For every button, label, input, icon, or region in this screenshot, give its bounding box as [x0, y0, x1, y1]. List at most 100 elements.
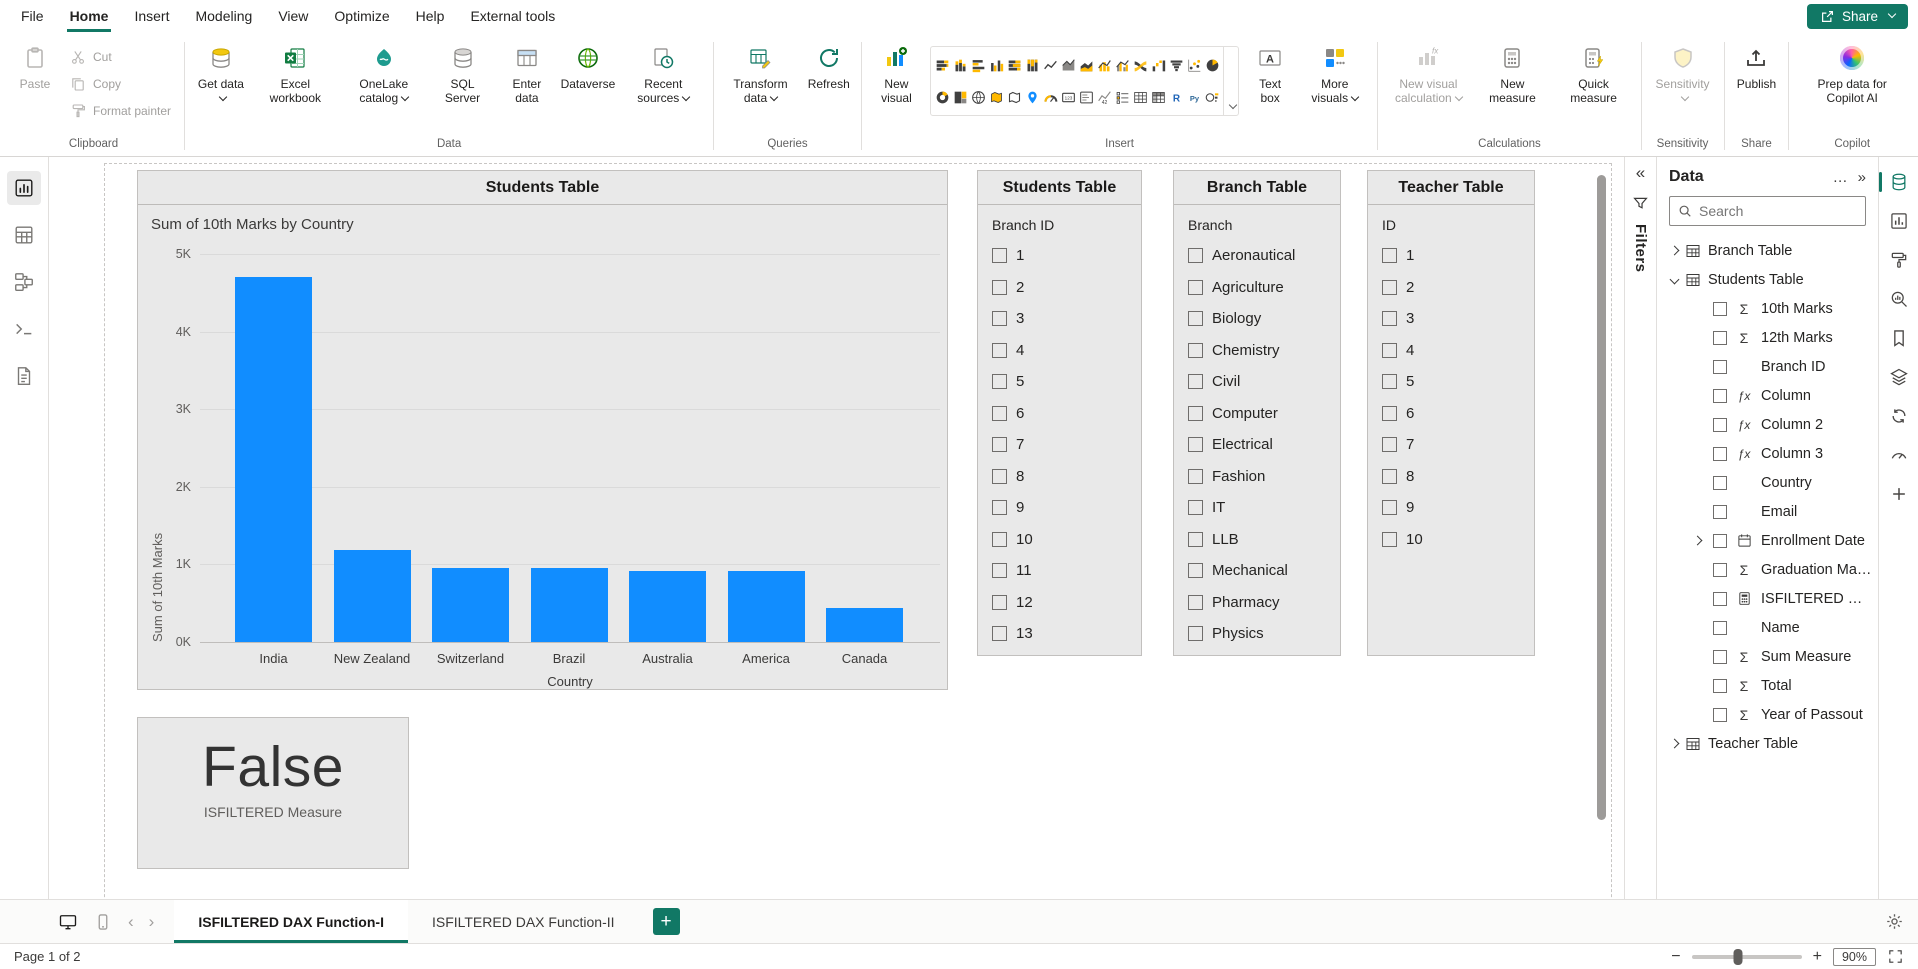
slicer-item-agriculture[interactable]: Agriculture — [1188, 272, 1326, 304]
fit-to-page-icon[interactable] — [1887, 948, 1904, 965]
slicer-item-13[interactable]: 13 — [992, 618, 1127, 650]
waterfall-chart-icon[interactable] — [1149, 56, 1167, 74]
checkbox[interactable] — [992, 563, 1007, 578]
r-script-visual-icon[interactable]: R — [1167, 88, 1185, 106]
bar-new-zealand[interactable] — [334, 550, 411, 642]
checkbox[interactable] — [1188, 437, 1203, 452]
checkbox[interactable] — [1713, 505, 1727, 519]
checkbox[interactable] — [1188, 248, 1203, 263]
checkbox[interactable] — [1188, 626, 1203, 641]
kpi-icon[interactable]: 42 — [1095, 88, 1113, 106]
checkbox[interactable] — [992, 406, 1007, 421]
new-measure-button[interactable]: New measure — [1474, 36, 1550, 135]
bar-australia[interactable] — [629, 571, 706, 642]
data-pane-icon[interactable] — [1884, 167, 1914, 197]
prev-page-arrow[interactable]: ‹ — [128, 912, 134, 932]
clustered-bar-chart-icon[interactable] — [969, 56, 987, 74]
canvas-scrollbar[interactable] — [1597, 175, 1606, 820]
checkbox[interactable] — [1713, 360, 1727, 374]
table-view-button[interactable] — [7, 218, 41, 252]
performance-pane-icon[interactable] — [1884, 440, 1914, 470]
new-page-button[interactable]: + — [653, 908, 680, 935]
shape-map-icon[interactable] — [1005, 88, 1023, 106]
menu-insert[interactable]: Insert — [121, 0, 182, 32]
checkbox[interactable] — [992, 374, 1007, 389]
funnel-chart-icon[interactable] — [1167, 56, 1185, 74]
checkbox[interactable] — [1713, 679, 1727, 693]
refresh-button[interactable]: Refresh — [803, 36, 855, 135]
field-item-isfiltered-mea[interactable]: ISFILTERED Mea... — [1657, 584, 1878, 613]
checkbox[interactable] — [1188, 500, 1203, 515]
checkbox[interactable] — [1713, 621, 1727, 635]
visualizations-pane-icon[interactable] — [1884, 206, 1914, 236]
report-view-button[interactable] — [7, 171, 41, 205]
bar-canada[interactable] — [826, 608, 903, 642]
slicer-item-pharmacy[interactable]: Pharmacy — [1188, 587, 1326, 619]
selection-pane-icon[interactable] — [1884, 362, 1914, 392]
slicer-item-7[interactable]: 7 — [1382, 429, 1520, 461]
model-view-button[interactable] — [7, 265, 41, 299]
menu-help[interactable]: Help — [403, 0, 458, 32]
table-item-teacher-table[interactable]: Teacher Table — [1657, 729, 1878, 758]
publish-button[interactable]: Publish — [1730, 36, 1782, 135]
menu-home[interactable]: Home — [57, 0, 122, 32]
python-visual-icon[interactable]: Py — [1185, 88, 1203, 106]
slicer-item-8[interactable]: 8 — [992, 461, 1127, 493]
checkbox[interactable] — [1713, 447, 1727, 461]
more-options-icon[interactable]: … — [1833, 169, 1848, 186]
stacked-column-chart-icon[interactable] — [951, 56, 969, 74]
checkbox[interactable] — [1188, 374, 1203, 389]
slicer-item-10[interactable]: 10 — [992, 524, 1127, 556]
cut-button[interactable]: Cut — [63, 46, 178, 68]
checkbox[interactable] — [1713, 650, 1727, 664]
pie-chart-icon[interactable] — [1203, 56, 1221, 74]
checkbox[interactable] — [1188, 343, 1203, 358]
checkbox[interactable] — [1382, 406, 1397, 421]
bookmarks-pane-icon[interactable] — [1884, 323, 1914, 353]
donut-chart-icon[interactable] — [933, 88, 951, 106]
new-visual-button[interactable]: New visual — [868, 36, 925, 135]
paste-button[interactable]: Paste — [9, 36, 61, 135]
field-item-12th-marks[interactable]: Σ12th Marks — [1657, 323, 1878, 352]
filled-map-icon[interactable] — [987, 88, 1005, 106]
checkbox[interactable] — [1382, 280, 1397, 295]
slicer-item-civil[interactable]: Civil — [1188, 366, 1326, 398]
slicer-item-mechanical[interactable]: Mechanical — [1188, 555, 1326, 587]
field-item-graduation-mar[interactable]: ΣGraduation Mar... — [1657, 555, 1878, 584]
checkbox[interactable] — [1188, 406, 1203, 421]
card-visual[interactable]: False ISFILTERED Measure — [137, 717, 409, 869]
quick-measure-button[interactable]: Quick measure — [1553, 36, 1635, 135]
slicer-item-computer[interactable]: Computer — [1188, 398, 1326, 430]
slicer-item-9[interactable]: 9 — [992, 492, 1127, 524]
analytics-pane-icon[interactable] — [1884, 284, 1914, 314]
slicer-item-biology[interactable]: Biology — [1188, 303, 1326, 335]
slicer-teacher-table[interactable]: Teacher Table ID 12345678910 — [1367, 170, 1535, 656]
slicer-item-1[interactable]: 1 — [992, 240, 1127, 272]
recent-sources-button[interactable]: Recent sources — [619, 36, 707, 135]
field-item-enrollment-date[interactable]: Enrollment Date — [1657, 526, 1878, 555]
slicer-item-7[interactable]: 7 — [992, 429, 1127, 461]
slicer-item-6[interactable]: 6 — [992, 398, 1127, 430]
key-influencers-icon[interactable] — [1203, 88, 1221, 106]
table-item-students-table[interactable]: Students Table — [1657, 265, 1878, 294]
page-tab-isfiltered-dax-function-i[interactable]: ISFILTERED DAX Function-I — [174, 900, 408, 943]
stacked-area-chart-icon[interactable] — [1077, 56, 1095, 74]
checkbox[interactable] — [992, 343, 1007, 358]
sensitivity-button[interactable]: Sensitivity — [1648, 36, 1718, 135]
ribbon-chart-icon[interactable] — [1131, 56, 1149, 74]
area-chart-icon[interactable] — [1059, 56, 1077, 74]
checkbox[interactable] — [1188, 595, 1203, 610]
checkbox[interactable] — [1713, 418, 1727, 432]
checkbox[interactable] — [1713, 563, 1727, 577]
slicer-item-1[interactable]: 1 — [1382, 240, 1520, 272]
checkbox[interactable] — [1188, 563, 1203, 578]
slicer-item-llb[interactable]: LLB — [1188, 524, 1326, 556]
checkbox[interactable] — [1188, 311, 1203, 326]
scatter-chart-icon[interactable] — [1185, 56, 1203, 74]
table-item-branch-table[interactable]: Branch Table — [1657, 236, 1878, 265]
checkbox[interactable] — [1382, 311, 1397, 326]
slicer-item-chemistry[interactable]: Chemistry — [1188, 335, 1326, 367]
100-stacked-bar-chart-icon[interactable] — [1005, 56, 1023, 74]
slicer-item-5[interactable]: 5 — [1382, 366, 1520, 398]
page-tab-isfiltered-dax-function-ii[interactable]: ISFILTERED DAX Function-II — [408, 900, 639, 943]
